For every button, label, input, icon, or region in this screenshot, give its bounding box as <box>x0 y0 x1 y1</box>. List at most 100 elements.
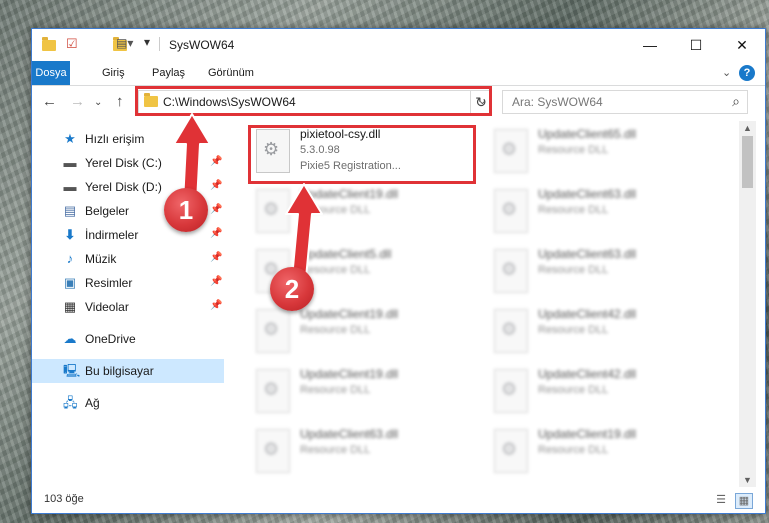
search-box[interactable]: Ara: SysWOW64 ⌕ <box>502 90 748 114</box>
file-item[interactable]: UpdateClient19.dll Resource DLL <box>488 425 724 481</box>
close-button[interactable]: ✕ <box>719 29 765 61</box>
drive-icon: ▬ <box>63 155 77 170</box>
properties-icon[interactable]: ☑ <box>66 36 78 52</box>
sidebar-item-label: OneDrive <box>85 332 136 346</box>
file-name: UpdateClient63.dll <box>538 247 637 261</box>
sidebar-item-label: Belgeler <box>85 204 130 218</box>
dll-file-icon <box>494 309 528 353</box>
file-type: Resource DLL <box>538 264 609 276</box>
step-badge-1: 1 <box>164 188 208 232</box>
scrollbar-thumb[interactable] <box>742 136 753 188</box>
search-icon[interactable]: ⌕ <box>732 93 740 110</box>
step-badge-2: 2 <box>270 267 314 311</box>
dll-file-icon <box>256 429 290 473</box>
forward-arrow-icon[interactable]: → <box>70 93 85 110</box>
details-view-icon[interactable]: ☰ <box>713 493 729 507</box>
help-icon[interactable]: ? <box>739 65 755 81</box>
sidebar-item-label: İndirmeler <box>85 228 139 242</box>
file-item[interactable]: UpdateClient19.dll Resource DLL <box>250 365 486 421</box>
window-title: SysWOW64 <box>169 38 235 52</box>
title-divider <box>159 37 160 51</box>
sidebar-item-label: Müzik <box>85 252 117 266</box>
sidebar-item-label: Yerel Disk (C:) <box>85 156 162 170</box>
sidebar-item-network[interactable]: 🖧 Ağ <box>32 391 224 415</box>
star-icon: ★ <box>64 131 76 146</box>
file-type: Resource DLL <box>538 204 609 216</box>
pictures-icon: ▣ <box>63 275 77 290</box>
file-item[interactable]: UpdateClient63.dll Resource DLL <box>488 245 724 301</box>
tab-share[interactable]: Paylaş <box>142 61 195 85</box>
file-item[interactable]: UpdateClient42.dll Resource DLL <box>488 365 724 421</box>
pin-icon: 📌 <box>210 300 223 311</box>
status-bar: 103 öğe ☰ ▦ <box>32 489 765 513</box>
file-type: Resource DLL <box>538 384 609 396</box>
drive-icon: ▬ <box>63 179 77 194</box>
file-name: UpdateClient19.dll <box>300 367 399 381</box>
recent-locations-icon[interactable]: ⌄ <box>94 97 102 108</box>
sidebar-item-this-pc[interactable]: 🖳 Bu bilgisayar <box>32 359 224 383</box>
file-name: UpdateClient19.dll <box>300 307 399 321</box>
minimize-button[interactable]: — <box>627 29 673 61</box>
computer-icon: 🖳 <box>63 363 81 378</box>
file-item[interactable]: UpdateClient42.dll Resource DLL <box>488 305 724 361</box>
file-item[interactable]: UpdateClient65.dll Resource DLL <box>488 125 724 181</box>
ribbon-tabs: Dosya Giriş Paylaş Görünüm ⌄ ? <box>32 61 765 86</box>
pin-icon: 📌 <box>210 276 223 287</box>
dll-file-icon <box>494 429 528 473</box>
download-icon: ⬇ <box>64 227 76 242</box>
tab-file[interactable]: Dosya <box>32 61 70 85</box>
file-name: UpdateClient63.dll <box>538 187 637 201</box>
sidebar-item-label: Yerel Disk (D:) <box>85 180 162 194</box>
sidebar-item-pictures[interactable]: ▣ Resimler 📌 <box>32 271 224 295</box>
cloud-icon: ☁ <box>63 331 77 346</box>
up-arrow-icon[interactable]: ↑ <box>116 93 124 110</box>
toolbar-dropdown-icon[interactable]: ▾ <box>144 35 150 49</box>
file-name: UpdateClient19.dll <box>538 427 637 441</box>
file-item[interactable]: UpdateClient63.dll Resource DLL <box>488 185 724 241</box>
file-type: Resource DLL <box>300 444 371 456</box>
music-icon: ♪ <box>66 251 74 266</box>
file-name: UpdateClient63.dll <box>300 427 399 441</box>
back-arrow-icon[interactable]: ← <box>42 93 57 110</box>
sidebar-item-label: Bu bilgisayar <box>85 364 154 378</box>
expand-ribbon-icon[interactable]: ⌄ <box>722 66 731 79</box>
dll-file-icon <box>494 129 528 173</box>
tiles-view-icon[interactable]: ▦ <box>735 493 753 509</box>
file-item[interactable]: UpdateClient19.dll Resource DLL <box>250 305 486 361</box>
item-count: 103 öğe <box>44 493 84 505</box>
file-highlight <box>248 125 476 184</box>
dll-file-icon <box>256 309 290 353</box>
dll-file-icon <box>256 369 290 413</box>
sidebar-item-music[interactable]: ♪ Müzik 📌 <box>32 247 224 271</box>
dll-file-icon <box>494 249 528 293</box>
dll-file-icon <box>494 189 528 233</box>
file-name: UpdateClient65.dll <box>538 127 637 141</box>
vertical-scrollbar[interactable]: ▲ ▼ <box>739 121 756 487</box>
folder-icon <box>42 37 56 51</box>
sidebar-item-videos[interactable]: ▦ Videolar 📌 <box>32 295 224 319</box>
title-bar: ☑ ▤▾ ▾ SysWOW64 — ☐ ✕ <box>32 29 765 61</box>
scroll-down-icon[interactable]: ▼ <box>743 475 752 485</box>
customize-toolbar-icon[interactable]: ▤▾ <box>116 36 133 50</box>
file-name: UpdateClient42.dll <box>538 367 637 381</box>
file-type: Resource DLL <box>300 324 371 336</box>
tab-home[interactable]: Giriş <box>92 61 135 85</box>
documents-icon: ▤ <box>63 203 77 218</box>
sidebar-item-label: Hızlı erişim <box>85 132 145 146</box>
file-name: UpdateClient42.dll <box>538 307 637 321</box>
file-type: Resource DLL <box>538 144 609 156</box>
pin-icon: 📌 <box>210 252 223 263</box>
tab-view[interactable]: Görünüm <box>198 61 264 85</box>
maximize-button[interactable]: ☐ <box>673 29 719 61</box>
sidebar-item-label: Ağ <box>85 396 100 410</box>
file-item[interactable]: UpdateClient63.dll Resource DLL <box>250 425 486 481</box>
dll-file-icon <box>494 369 528 413</box>
file-type: Resource DLL <box>538 324 609 336</box>
pin-icon: 📌 <box>210 228 223 239</box>
sidebar-item-onedrive[interactable]: ☁ OneDrive <box>32 327 224 351</box>
file-type: Resource DLL <box>300 384 371 396</box>
sidebar-item-label: Resimler <box>85 276 133 290</box>
scroll-up-icon[interactable]: ▲ <box>743 123 752 133</box>
network-icon: 🖧 <box>63 395 78 410</box>
search-input[interactable]: Ara: SysWOW64 <box>512 95 603 109</box>
